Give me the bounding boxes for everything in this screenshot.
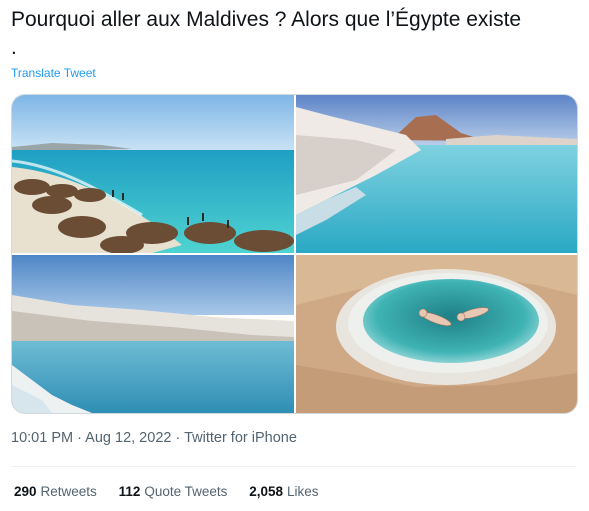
retweets-count: 290 bbox=[14, 484, 37, 499]
retweets-label: Retweets bbox=[40, 484, 97, 499]
translate-tweet-link[interactable]: Translate Tweet bbox=[11, 66, 96, 80]
meta-separator: · bbox=[171, 430, 185, 446]
photo-salt-lake[interactable] bbox=[296, 95, 577, 253]
tweet-time[interactable]: 10:01 PM bbox=[11, 430, 73, 446]
photo-salt-pool[interactable] bbox=[296, 255, 577, 413]
tweet-client: Twitter for iPhone bbox=[184, 430, 297, 446]
photo-turquoise-lake[interactable] bbox=[12, 255, 294, 413]
tweet-metadata: 10:01 PM · Aug 12, 2022 · Twitter for iP… bbox=[11, 430, 297, 446]
quote-tweets-count: 112 bbox=[118, 484, 141, 499]
tweet-text: Pourquoi aller aux Maldives ? Alors que … bbox=[11, 8, 522, 59]
tweet-date[interactable]: Aug 12, 2022 bbox=[85, 430, 171, 446]
tweet-stats: 290 Retweets 112 Quote Tweets 2,058 Likes bbox=[14, 484, 337, 499]
likes-label: Likes bbox=[286, 484, 319, 499]
divider bbox=[11, 466, 576, 467]
quote-tweets-stat[interactable]: 112 Quote Tweets bbox=[119, 484, 228, 499]
photo-beach[interactable] bbox=[12, 95, 294, 253]
meta-separator: · bbox=[73, 430, 86, 446]
retweets-stat[interactable]: 290 Retweets bbox=[14, 484, 97, 499]
likes-count: 2,058 bbox=[249, 484, 283, 499]
likes-stat[interactable]: 2,058 Likes bbox=[249, 484, 318, 499]
quote-tweets-label: Quote Tweets bbox=[144, 484, 228, 499]
media-grid bbox=[11, 94, 578, 414]
